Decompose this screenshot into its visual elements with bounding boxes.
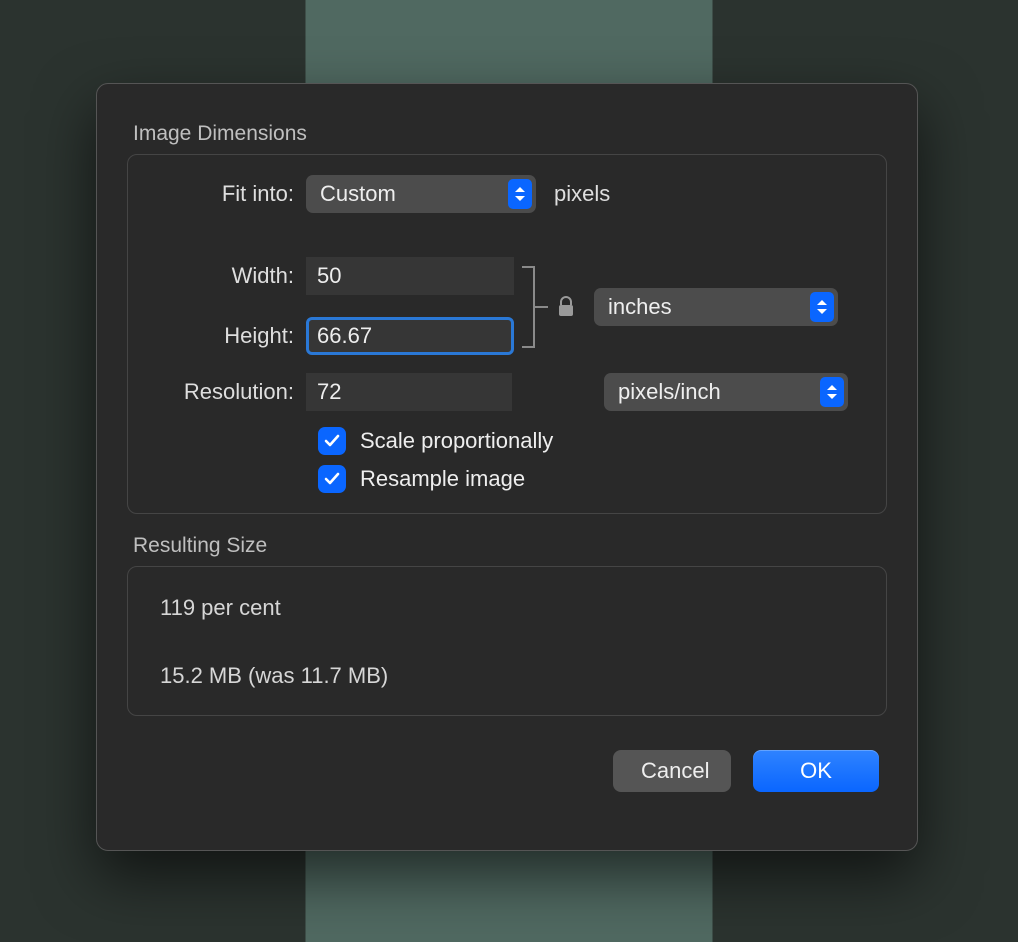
height-input[interactable] bbox=[306, 317, 514, 355]
chevron-updown-icon bbox=[508, 179, 532, 209]
resulting-bytes: 15.2 MB (was 11.7 MB) bbox=[148, 655, 866, 695]
dimension-unit-value: inches bbox=[608, 294, 672, 320]
resulting-size-group: 119 per cent 15.2 MB (was 11.7 MB) bbox=[127, 566, 887, 716]
height-label: Height: bbox=[148, 323, 306, 349]
resample-image-label: Resample image bbox=[360, 466, 525, 492]
resolution-label: Resolution: bbox=[148, 379, 306, 405]
fit-into-units-label: pixels bbox=[554, 181, 610, 207]
ok-button[interactable]: OK bbox=[753, 750, 879, 792]
fit-into-value: Custom bbox=[320, 181, 396, 207]
dimension-unit-select[interactable]: inches bbox=[594, 288, 838, 326]
lock-icon bbox=[556, 257, 576, 357]
resolution-unit-value: pixels/inch bbox=[618, 379, 721, 405]
check-icon bbox=[323, 470, 341, 488]
cancel-button[interactable]: Cancel bbox=[613, 750, 731, 792]
resulting-size-title: Resulting Size bbox=[133, 534, 887, 558]
image-dimensions-dialog: Image Dimensions Fit into: Custom pixels… bbox=[96, 83, 918, 851]
chevron-updown-icon bbox=[820, 377, 844, 407]
scale-proportionally-label: Scale proportionally bbox=[360, 428, 553, 454]
resolution-input[interactable] bbox=[306, 373, 512, 411]
image-dimensions-title: Image Dimensions bbox=[133, 122, 887, 146]
check-icon bbox=[323, 432, 341, 450]
scale-proportionally-checkbox[interactable] bbox=[318, 427, 346, 455]
resample-image-checkbox[interactable] bbox=[318, 465, 346, 493]
chevron-updown-icon bbox=[810, 292, 834, 322]
resolution-unit-select[interactable]: pixels/inch bbox=[604, 373, 848, 411]
link-bracket bbox=[520, 257, 550, 357]
resulting-percent: 119 per cent bbox=[148, 587, 866, 627]
image-dimensions-group: Fit into: Custom pixels Width: Height: bbox=[127, 154, 887, 514]
fit-into-label: Fit into: bbox=[148, 181, 306, 207]
fit-into-select[interactable]: Custom bbox=[306, 175, 536, 213]
width-label: Width: bbox=[148, 263, 306, 289]
width-input[interactable] bbox=[306, 257, 514, 295]
